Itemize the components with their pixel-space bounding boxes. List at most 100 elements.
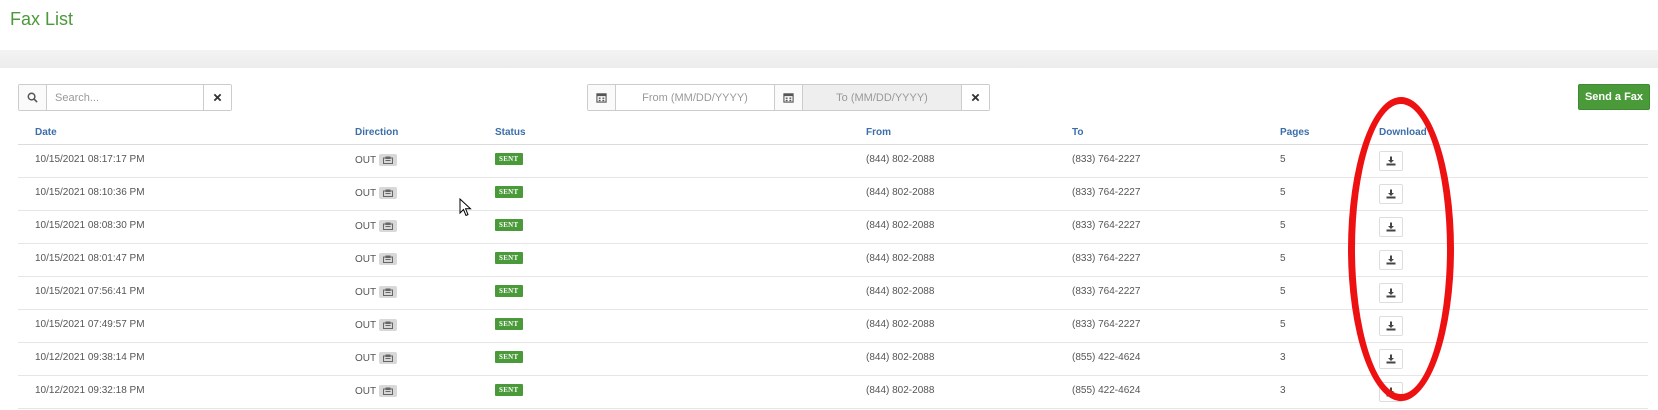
cell-pages: 5: [1280, 319, 1286, 330]
fax-icon: [379, 253, 398, 265]
download-icon: [1386, 288, 1396, 298]
column-header-download: Download: [1379, 127, 1427, 138]
table-row[interactable]: 10/12/2021 09:38:14 PM OUT SENT (844) 802-2…: [18, 343, 1648, 376]
cell-direction: OUT: [355, 253, 398, 265]
cell-from: (844) 802-2088: [866, 286, 935, 297]
status-badge: SENT: [495, 384, 523, 396]
table-row[interactable]: 10/15/2021 07:49:57 PM OUT SENT (844) 802-2…: [18, 310, 1648, 343]
download-button[interactable]: [1379, 217, 1403, 237]
cell-from: (844) 802-2088: [866, 385, 935, 396]
download-button[interactable]: [1379, 250, 1403, 270]
cell-direction: OUT: [355, 187, 398, 199]
cell-direction: OUT: [355, 319, 398, 331]
direction-label: OUT: [355, 286, 377, 298]
direction-label: OUT: [355, 154, 377, 166]
cell-to: (833) 764-2227: [1072, 253, 1141, 264]
table-header: Date Direction Status From To Pages Down…: [18, 122, 1648, 145]
date-range-filter: [587, 84, 990, 111]
cell-download: [1379, 283, 1403, 306]
toolbar-band: [0, 50, 1658, 68]
date-from-input[interactable]: [616, 85, 774, 110]
cell-pages: 5: [1280, 253, 1286, 264]
search-input[interactable]: [47, 85, 203, 110]
cell-status: SENT: [495, 318, 523, 331]
table-row[interactable]: 10/12/2021 09:32:18 PM OUT SENT (844) 802-2…: [18, 376, 1648, 409]
close-icon[interactable]: [203, 85, 231, 110]
cell-to: (833) 764-2227: [1072, 187, 1141, 198]
mouse-cursor-icon: [459, 198, 472, 217]
direction-label: OUT: [355, 253, 377, 265]
download-button[interactable]: [1379, 316, 1403, 336]
cell-pages: 3: [1280, 385, 1286, 396]
direction-label: OUT: [355, 187, 377, 199]
calendar-icon[interactable]: [774, 85, 803, 110]
table-row[interactable]: 10/15/2021 08:01:47 PM OUT SENT (844) 802-2…: [18, 244, 1648, 277]
cell-to: (833) 764-2227: [1072, 154, 1141, 165]
cell-pages: 5: [1280, 220, 1286, 231]
cell-status: SENT: [495, 186, 523, 199]
download-button[interactable]: [1379, 349, 1403, 369]
cell-to: (833) 764-2227: [1072, 319, 1141, 330]
column-header-date[interactable]: Date: [35, 127, 57, 138]
cell-date: 10/15/2021 07:56:41 PM: [35, 286, 145, 297]
column-header-status[interactable]: Status: [495, 127, 526, 138]
download-button[interactable]: [1379, 283, 1403, 303]
cell-status: SENT: [495, 285, 523, 298]
cell-date: 10/15/2021 07:49:57 PM: [35, 319, 145, 330]
column-header-direction[interactable]: Direction: [355, 127, 398, 138]
page-title: Fax List: [10, 9, 74, 29]
cell-date: 10/12/2021 09:38:14 PM: [35, 352, 145, 363]
status-badge: SENT: [495, 318, 523, 330]
cell-download: [1379, 184, 1403, 207]
fax-table: Date Direction Status From To Pages Down…: [18, 122, 1648, 409]
cell-status: SENT: [495, 384, 523, 397]
cell-from: (844) 802-2088: [866, 253, 935, 264]
cell-from: (844) 802-2088: [866, 319, 935, 330]
download-icon: [1386, 387, 1396, 397]
send-fax-button[interactable]: Send a Fax: [1578, 84, 1650, 110]
cell-status: SENT: [495, 153, 523, 166]
cell-from: (844) 802-2088: [866, 154, 935, 165]
date-to-input[interactable]: [803, 85, 961, 110]
column-header-to[interactable]: To: [1072, 127, 1083, 138]
download-button[interactable]: [1379, 151, 1403, 171]
search-group: [18, 84, 232, 111]
cell-download: [1379, 316, 1403, 339]
cell-pages: 5: [1280, 154, 1286, 165]
column-header-from[interactable]: From: [866, 127, 891, 138]
table-row[interactable]: 10/15/2021 08:08:30 PM OUT SENT (844) 802-2…: [18, 211, 1648, 244]
close-icon[interactable]: [961, 85, 989, 110]
cell-direction: OUT: [355, 154, 398, 166]
column-header-pages[interactable]: Pages: [1280, 127, 1309, 138]
fax-icon: [379, 187, 398, 199]
download-button[interactable]: [1379, 184, 1403, 204]
fax-icon: [379, 220, 398, 232]
table-row[interactable]: 10/15/2021 08:17:17 PM OUT SENT (844) 802-2…: [18, 145, 1648, 178]
cell-from: (844) 802-2088: [866, 352, 935, 363]
download-icon: [1386, 321, 1396, 331]
cell-download: [1379, 151, 1403, 174]
calendar-icon[interactable]: [588, 85, 616, 110]
cell-direction: OUT: [355, 286, 398, 298]
fax-icon: [379, 352, 398, 364]
cell-pages: 5: [1280, 187, 1286, 198]
table-row[interactable]: 10/15/2021 07:56:41 PM OUT SENT (844) 802-2…: [18, 277, 1648, 310]
download-icon: [1386, 255, 1396, 265]
cell-from: (844) 802-2088: [866, 187, 935, 198]
download-icon: [1386, 222, 1396, 232]
cell-date: 10/15/2021 08:01:47 PM: [35, 253, 145, 264]
direction-label: OUT: [355, 319, 377, 331]
direction-label: OUT: [355, 352, 377, 364]
cell-to: (833) 764-2227: [1072, 220, 1141, 231]
download-icon: [1386, 156, 1396, 166]
status-badge: SENT: [495, 219, 523, 231]
cell-direction: OUT: [355, 352, 398, 364]
fax-icon: [379, 319, 398, 331]
direction-label: OUT: [355, 220, 377, 232]
table-row[interactable]: 10/15/2021 08:10:36 PM OUT SENT (844) 802-2…: [18, 178, 1648, 211]
cell-date: 10/15/2021 08:10:36 PM: [35, 187, 145, 198]
cell-download: [1379, 217, 1403, 240]
cell-from: (844) 802-2088: [866, 220, 935, 231]
download-button[interactable]: [1379, 382, 1403, 402]
status-badge: SENT: [495, 351, 523, 363]
